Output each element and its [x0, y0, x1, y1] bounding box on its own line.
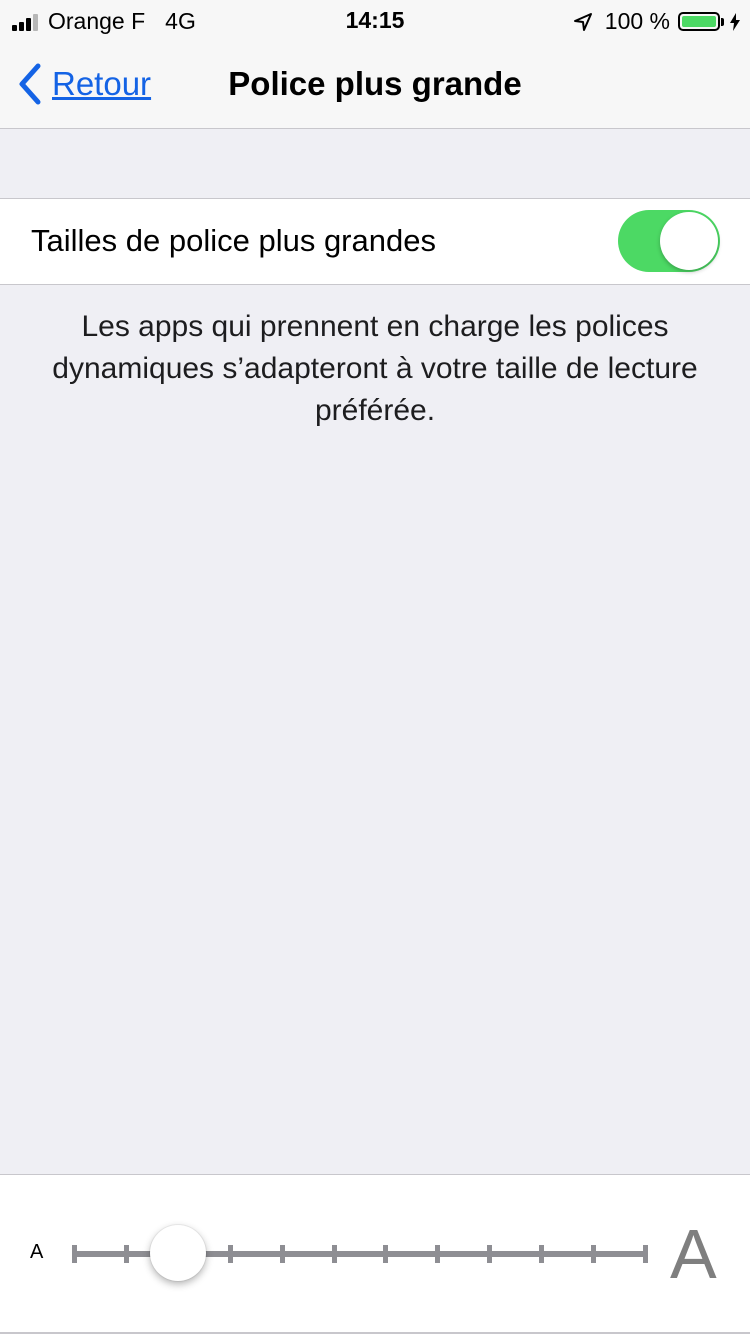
- slider-tick: [279, 1245, 285, 1263]
- battery-tip: [721, 17, 724, 26]
- charging-bolt-icon: [730, 12, 740, 31]
- page-title: Police plus grande: [228, 65, 522, 102]
- slider-tick: [591, 1245, 597, 1263]
- status-bar: Orange F 4G 14:15 100 %: [0, 0, 750, 40]
- slider-tick: [331, 1245, 337, 1263]
- slider-tick: [435, 1245, 441, 1263]
- larger-text-toggle[interactable]: [618, 210, 720, 272]
- slider-tick: [539, 1245, 545, 1263]
- battery-percent: 100 %: [604, 8, 670, 34]
- slider-tick: [383, 1245, 389, 1263]
- toggle-knob: [660, 212, 718, 270]
- larger-text-cell: Tailles de police plus grandes: [0, 198, 750, 285]
- location-arrow-icon: [573, 12, 592, 31]
- battery-icon: [678, 12, 720, 31]
- small-text-size-icon: A: [30, 1241, 44, 1263]
- slider-tick: [72, 1245, 77, 1263]
- section-footer-text: Les apps qui prennent en charge les poli…: [52, 310, 698, 427]
- text-size-slider-thumb[interactable]: [150, 1225, 207, 1281]
- navigation-bar: Retour Police plus grande: [0, 40, 750, 129]
- large-text-size-icon: A: [670, 1215, 717, 1293]
- larger-text-label: Tailles de police plus grandes: [31, 223, 436, 258]
- slider-tick: [487, 1245, 493, 1263]
- text-size-slider-panel: A A: [0, 1174, 750, 1334]
- slider-tick: [643, 1245, 648, 1263]
- slider-tick: [227, 1245, 233, 1263]
- slider-tick: [123, 1245, 129, 1263]
